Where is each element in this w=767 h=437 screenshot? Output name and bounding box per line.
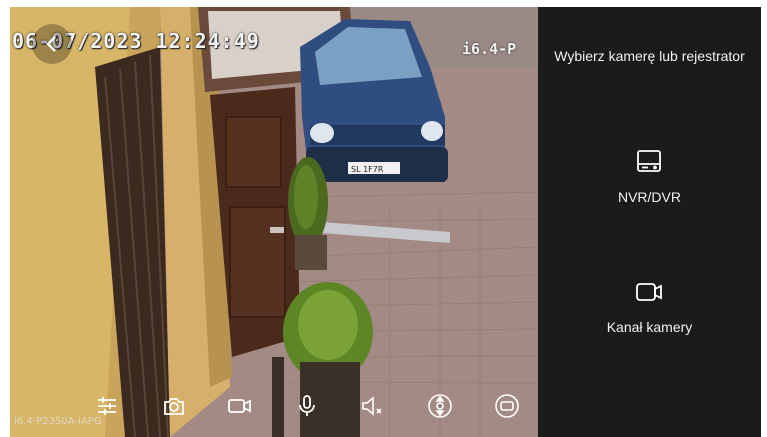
nvr-recorder-icon bbox=[637, 150, 661, 172]
microphone-icon bbox=[299, 395, 315, 416]
camera-select-panel: Wybierz kamerę lub rejestrator NVR/DVR K… bbox=[538, 7, 761, 437]
osd-camera-label-bottom: i6.4-P2350A-IAPG bbox=[14, 416, 102, 427]
speaker-muted-icon bbox=[362, 396, 382, 416]
camera-channel-icon bbox=[636, 283, 662, 301]
sound-toggle-button[interactable] bbox=[356, 389, 390, 423]
camera-live-view[interactable]: SL 1F7R 06-07/2023 12:24:49 i6.4-P i6.4-… bbox=[10, 7, 538, 437]
screen-fit-button[interactable] bbox=[490, 389, 524, 423]
screen-fit-icon bbox=[495, 394, 519, 418]
option-nvr-dvr[interactable]: NVR/DVR bbox=[538, 147, 761, 227]
playback-toolbar bbox=[90, 387, 530, 425]
osd-camera-label: i6.4-P bbox=[462, 40, 517, 58]
camera-scene: SL 1F7R bbox=[10, 7, 538, 437]
settings-sliders-icon bbox=[98, 397, 116, 415]
settings-sliders-button[interactable] bbox=[90, 389, 124, 423]
microphone-button[interactable] bbox=[290, 389, 324, 423]
option-nvr-dvr-label: NVR/DVR bbox=[617, 189, 681, 205]
back-button[interactable] bbox=[32, 24, 72, 64]
option-camera-channel[interactable]: Kanał kamery bbox=[538, 277, 761, 357]
license-plate-text: SL 1F7R bbox=[351, 165, 384, 174]
ptz-joystick-icon bbox=[428, 394, 452, 418]
snapshot-button[interactable] bbox=[157, 389, 191, 423]
option-camera-channel-label: Kanał kamery bbox=[606, 319, 693, 335]
record-button[interactable] bbox=[223, 389, 257, 423]
ptz-button[interactable] bbox=[423, 389, 457, 423]
chevron-left-icon bbox=[46, 36, 56, 52]
video-record-icon bbox=[228, 399, 251, 413]
panel-title: Wybierz kamerę lub rejestrator bbox=[554, 48, 745, 64]
app-frame: SL 1F7R 06-07/2023 12:24:49 i6.4-P i6.4-… bbox=[10, 7, 761, 437]
camera-snapshot-icon bbox=[164, 398, 184, 415]
